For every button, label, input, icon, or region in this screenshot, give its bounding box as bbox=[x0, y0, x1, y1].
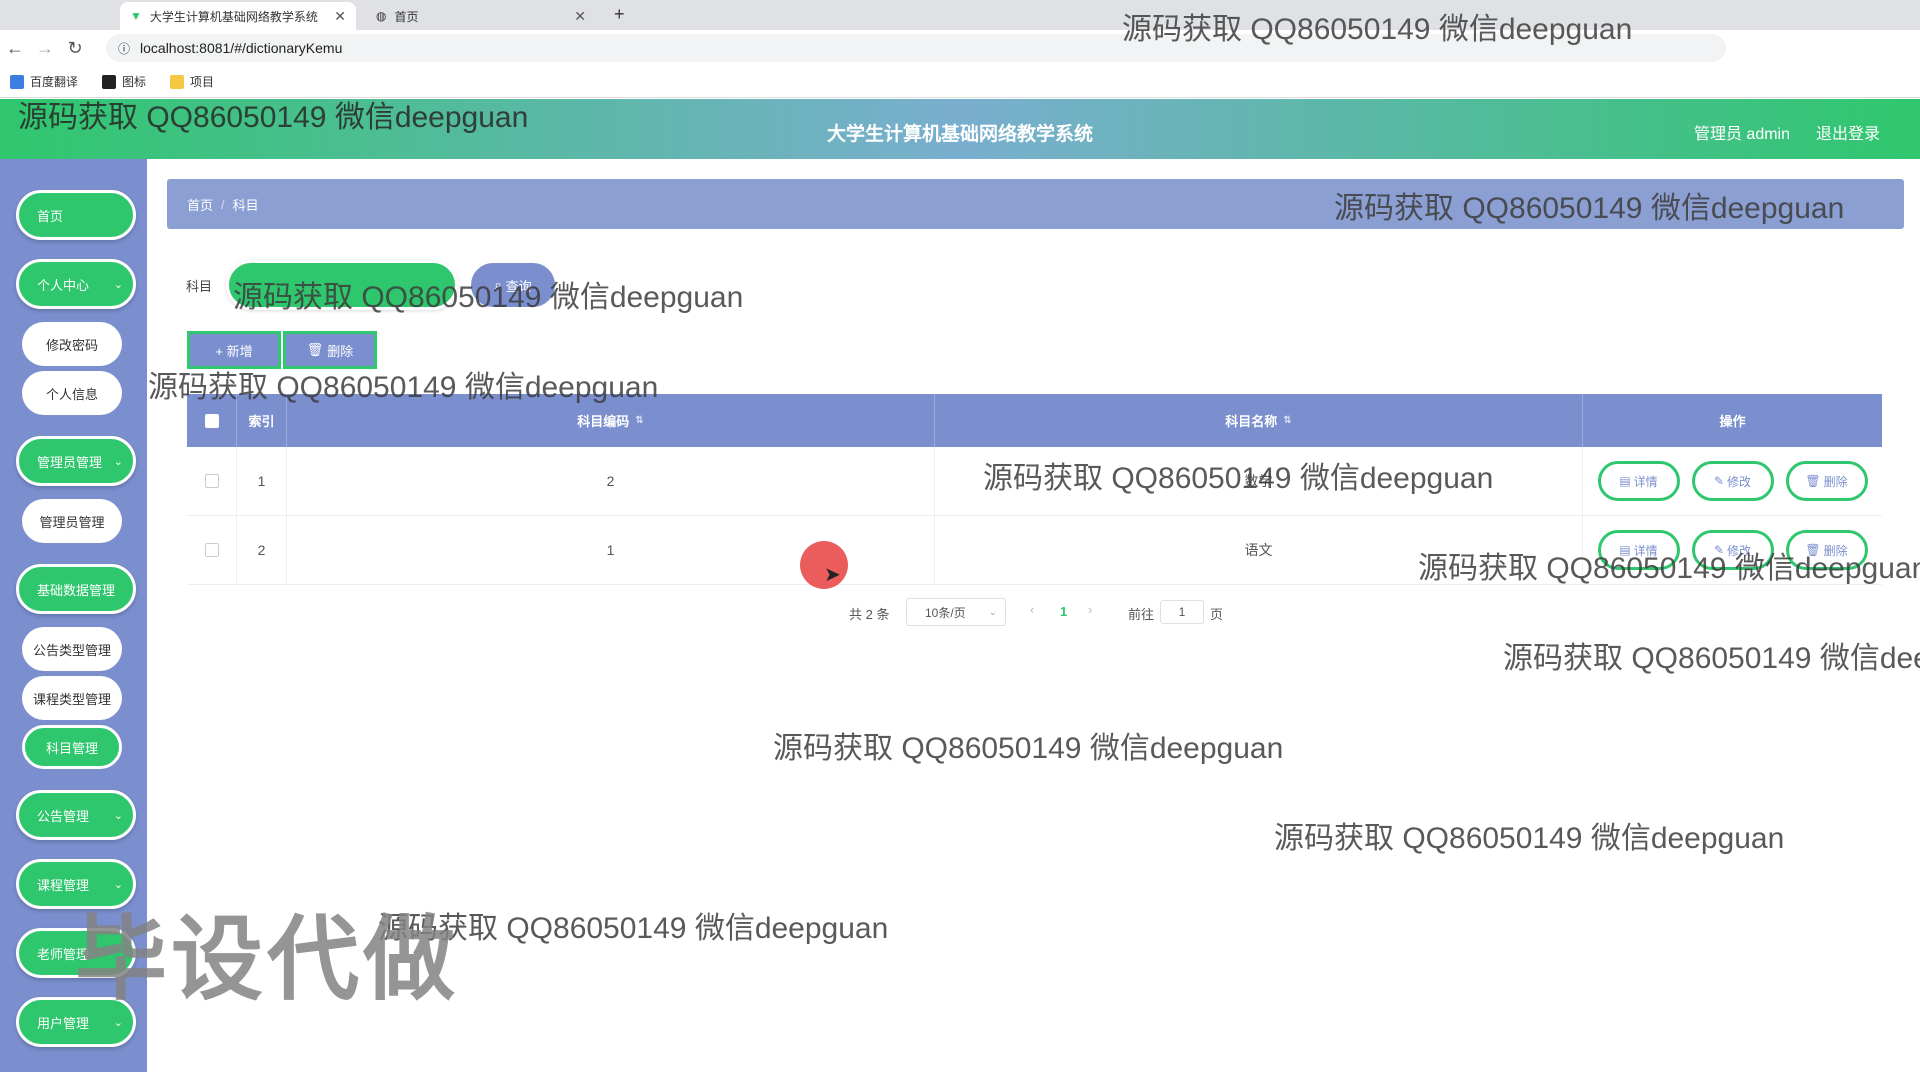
row-select-cell bbox=[187, 516, 237, 584]
document-icon: ▤ bbox=[1619, 474, 1631, 488]
back-icon[interactable]: ← bbox=[0, 38, 30, 59]
bookmark-item[interactable]: 项目 bbox=[170, 73, 214, 90]
logout-link[interactable]: 退出登录 bbox=[1816, 120, 1880, 144]
mouse-cursor-icon: ➤ bbox=[824, 564, 841, 586]
tab-title: 首页 bbox=[394, 9, 419, 24]
chevron-down-icon: ⌄ bbox=[113, 455, 123, 468]
trash-icon: 🗑 bbox=[1805, 474, 1821, 488]
sidebar-subitem-personal-info[interactable]: 个人信息 bbox=[22, 371, 122, 415]
close-icon[interactable]: ✕ bbox=[334, 8, 346, 25]
breadcrumb-current: 科目 bbox=[232, 197, 259, 213]
sidebar-item-admin-management[interactable]: 管理员管理 ⌄ bbox=[16, 436, 136, 486]
bookmark-item[interactable]: 百度翻译 bbox=[10, 73, 78, 90]
goto-page-input[interactable]: 1 bbox=[1160, 600, 1204, 624]
globe-icon: ◍ bbox=[376, 9, 387, 23]
watermark: 源码获取 QQ86050149 微信deepguan bbox=[983, 462, 1494, 495]
translate-icon bbox=[10, 74, 24, 89]
detail-button[interactable]: ▤ 详情 bbox=[1597, 461, 1680, 501]
search-label: 科目 bbox=[186, 279, 213, 294]
column-header-name[interactable]: 科目名称 ⇅ bbox=[935, 394, 1583, 447]
close-icon[interactable]: ✕ bbox=[574, 8, 586, 25]
sidebar-subitem-admin-management[interactable]: 管理员管理 bbox=[22, 499, 122, 543]
sort-icon[interactable]: ⇅ bbox=[635, 415, 643, 426]
sidebar-item-home[interactable]: 首页 bbox=[16, 190, 136, 240]
pagination: 共 2 条 10条/页 ⌄ ‹ 1 › 前往 1 页 bbox=[0, 598, 1920, 628]
page-number[interactable]: 1 bbox=[1060, 604, 1067, 619]
breadcrumb-home[interactable]: 首页 bbox=[187, 195, 213, 214]
sidebar-item-notice[interactable]: 公告管理 ⌄ bbox=[16, 790, 136, 840]
sidebar-subitem-change-password[interactable]: 修改密码 bbox=[22, 322, 122, 366]
watermark: 源码获取 QQ86050149 微信deepguan bbox=[1503, 642, 1920, 675]
image-icon bbox=[102, 74, 117, 89]
watermark: 源码获取 QQ86050149 微信deepguan bbox=[1418, 552, 1920, 585]
watermark: 源码获取 QQ86050149 微信deepguan bbox=[1122, 13, 1633, 46]
index-cell: 2 bbox=[237, 516, 287, 584]
watermark: 源码获取 QQ86050149 微信deepguan bbox=[1274, 822, 1785, 855]
page-suffix: 页 bbox=[1210, 607, 1224, 622]
code-cell: 2 bbox=[287, 447, 935, 515]
sort-icon[interactable]: ⇅ bbox=[1283, 415, 1291, 426]
index-cell: 1 bbox=[237, 447, 287, 515]
watermark: 源码获取 QQ86050149 微信deepguan bbox=[148, 371, 659, 404]
sidebar-subitem-notice-type[interactable]: 公告类型管理 bbox=[22, 627, 122, 671]
folder-icon bbox=[170, 74, 185, 89]
watermark: 源码获取 QQ86050149 微信deepguan bbox=[773, 732, 1284, 765]
forward-icon[interactable]: → bbox=[30, 38, 60, 59]
watermark: 源码获取 QQ86050149 微信deepguan bbox=[233, 281, 744, 314]
prev-page-icon[interactable]: ‹ bbox=[1030, 602, 1034, 617]
row-checkbox[interactable] bbox=[204, 474, 219, 488]
user-label: 管理员 admin bbox=[1693, 126, 1790, 143]
chevron-down-icon: ⌄ bbox=[113, 278, 123, 291]
bookmark-item[interactable]: 图标 bbox=[102, 73, 146, 90]
sidebar-item-personal-center[interactable]: 个人中心 ⌄ bbox=[16, 259, 136, 309]
chevron-down-icon: ⌄ bbox=[988, 606, 997, 618]
page-size-select[interactable]: 10条/页 ⌄ bbox=[906, 598, 1006, 626]
watermark: 源码获取 QQ86050149 微信deepguan bbox=[1334, 192, 1845, 225]
actions-cell: ▤ 详情 ✎ 修改 🗑 删除 bbox=[1583, 447, 1882, 515]
delete-button[interactable]: 🗑 删除 bbox=[1785, 461, 1868, 501]
breadcrumb-separator: / bbox=[221, 196, 225, 212]
info-icon: ⓘ bbox=[118, 41, 131, 56]
trash-icon: 🗑 bbox=[306, 342, 324, 357]
row-select-cell bbox=[187, 447, 237, 515]
next-page-icon[interactable]: › bbox=[1088, 602, 1092, 617]
column-header-actions: 操作 bbox=[1719, 414, 1746, 429]
tab-title: 大学生计算机基础网络教学系统 bbox=[149, 9, 318, 24]
watermark: 源码获取 QQ86050149 微信deepguan bbox=[18, 101, 529, 134]
pencil-icon: ✎ bbox=[1713, 474, 1725, 488]
row-checkbox[interactable] bbox=[204, 543, 219, 557]
sidebar-subitem-course-type[interactable]: 课程类型管理 bbox=[22, 676, 122, 720]
sidebar-subitem-subject[interactable]: 科目管理 bbox=[22, 725, 122, 769]
browser-tab-active[interactable]: ▼ 大学生计算机基础网络教学系统 ✕ bbox=[120, 2, 356, 30]
watermark-big: 毕设代做 bbox=[75, 909, 460, 1011]
select-all-checkbox[interactable] bbox=[204, 413, 219, 428]
browser-tab[interactable]: ◍ 首页 ✕ bbox=[366, 2, 596, 30]
goto-label: 前往 bbox=[1128, 607, 1155, 622]
edit-button[interactable]: ✎ 修改 bbox=[1691, 461, 1774, 501]
vue-icon: ▼ bbox=[130, 9, 142, 23]
new-tab-button[interactable]: + bbox=[614, 4, 625, 25]
reload-icon[interactable]: ↻ bbox=[60, 38, 90, 59]
pagination-total: 共 2 条 bbox=[849, 607, 890, 622]
chevron-down-icon: ⌄ bbox=[113, 809, 123, 822]
url-text: localhost:8081/#/dictionaryKemu bbox=[140, 40, 343, 56]
